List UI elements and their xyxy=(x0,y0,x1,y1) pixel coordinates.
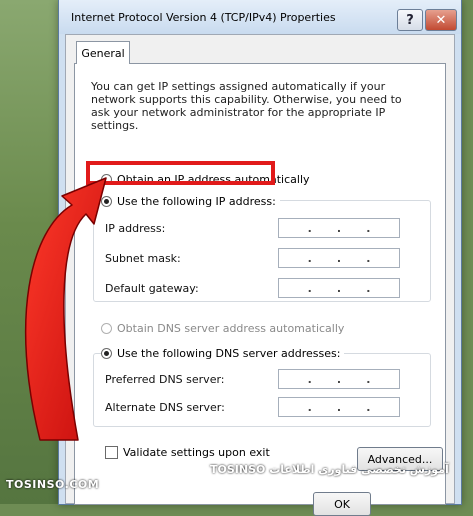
red-arrow-icon xyxy=(24,177,107,441)
watermark-right: آموزش تخصصی فناوری اطلاعات TOSINSO xyxy=(210,463,449,476)
watermark-left: TOSINSO.COM xyxy=(6,478,100,491)
tab-general[interactable]: General xyxy=(76,41,130,64)
